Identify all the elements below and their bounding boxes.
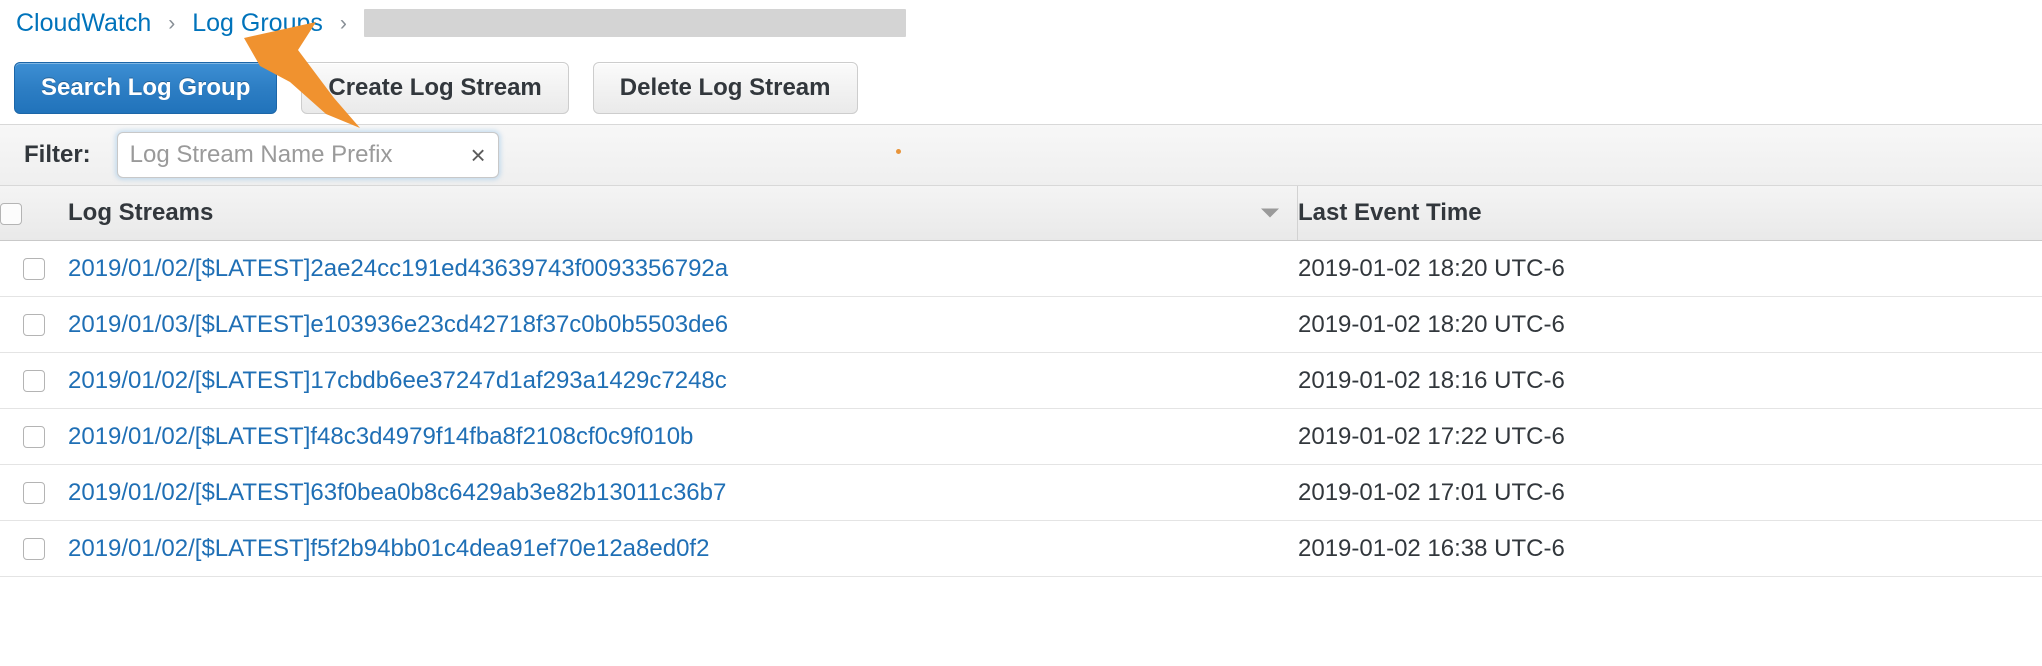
action-button-row: Search Log Group Create Log Stream Delet…: [0, 46, 2042, 114]
breadcrumb-item-cloudwatch[interactable]: CloudWatch: [16, 9, 151, 38]
create-log-stream-button[interactable]: Create Log Stream: [301, 62, 569, 114]
column-header-last-event-time-label: Last Event Time: [1298, 199, 1482, 226]
last-event-time-cell: 2019-01-02 17:22 UTC-6: [1297, 408, 2042, 465]
log-stream-name-cell: 2019/01/02/[$LATEST]17cbdb6ee37247d1af29…: [68, 352, 1298, 409]
log-stream-name-cell: 2019/01/02/[$LATEST]63f0bea0b8c6429ab3e8…: [68, 464, 1298, 521]
last-event-time-cell: 2019-01-02 18:16 UTC-6: [1297, 352, 2042, 409]
filter-input-wrapper: ×: [116, 132, 499, 178]
table-body: 2019/01/02/[$LATEST]2ae24cc191ed43639743…: [0, 240, 2042, 577]
log-stream-name-cell: 2019/01/02/[$LATEST]2ae24cc191ed43639743…: [68, 240, 1298, 297]
log-stream-link[interactable]: 2019/01/02/[$LATEST]63f0bea0b8c6429ab3e8…: [68, 479, 726, 506]
last-event-time-cell: 2019-01-02 18:20 UTC-6: [1297, 240, 2042, 297]
row-checkbox[interactable]: [23, 538, 45, 561]
clear-filter-icon[interactable]: ×: [470, 142, 485, 168]
delete-log-stream-button[interactable]: Delete Log Stream: [592, 62, 858, 114]
select-all-header: [0, 186, 68, 241]
row-checkbox[interactable]: [23, 258, 45, 281]
row-checkbox[interactable]: [23, 426, 45, 449]
log-stream-link[interactable]: 2019/01/02/[$LATEST]f5f2b94bb01c4dea91ef…: [68, 535, 709, 562]
column-header-log-streams-label: Log Streams: [68, 199, 214, 226]
row-checkbox[interactable]: [23, 314, 45, 337]
table-row[interactable]: 2019/01/02/[$LATEST]17cbdb6ee37247d1af29…: [0, 352, 2042, 409]
breadcrumb-separator-2: ›: [339, 11, 347, 35]
log-streams-table: Log Streams Last Event Time 2019/01/02/[…: [0, 186, 2042, 577]
last-event-time-cell: 2019-01-02 17:01 UTC-6: [1297, 464, 2042, 521]
table-row[interactable]: 2019/01/02/[$LATEST]2ae24cc191ed43639743…: [0, 240, 2042, 297]
last-event-time-cell: 2019-01-02 18:20 UTC-6: [1297, 296, 2042, 353]
log-stream-link[interactable]: 2019/01/02/[$LATEST]17cbdb6ee37247d1af29…: [68, 367, 727, 394]
log-stream-link[interactable]: 2019/01/02/[$LATEST]f48c3d4979f14fba8f21…: [68, 423, 693, 450]
search-log-group-button[interactable]: Search Log Group: [14, 62, 278, 114]
last-event-time-cell: 2019-01-02 16:38 UTC-6: [1297, 520, 2042, 577]
sort-descending-icon[interactable]: [1261, 208, 1279, 218]
row-select-cell: [0, 352, 68, 409]
table-header-row: Log Streams Last Event Time: [0, 186, 2042, 241]
table-row[interactable]: 2019/01/02/[$LATEST]f48c3d4979f14fba8f21…: [0, 408, 2042, 465]
table-header: Log Streams Last Event Time: [0, 186, 2042, 241]
table-row[interactable]: 2019/01/02/[$LATEST]63f0bea0b8c6429ab3e8…: [0, 464, 2042, 521]
row-checkbox[interactable]: [23, 482, 45, 505]
log-stream-name-cell: 2019/01/03/[$LATEST]e103936e23cd42718f37…: [68, 296, 1298, 353]
filter-label: Filter:: [24, 141, 91, 168]
row-checkbox[interactable]: [23, 370, 45, 393]
breadcrumb-item-log-groups[interactable]: Log Groups: [192, 9, 323, 38]
log-stream-link[interactable]: 2019/01/02/[$LATEST]2ae24cc191ed43639743…: [68, 255, 728, 282]
breadcrumb: CloudWatch › Log Groups ›: [0, 0, 2042, 46]
log-stream-link[interactable]: 2019/01/03/[$LATEST]e103936e23cd42718f37…: [68, 311, 728, 338]
row-select-cell: [0, 240, 68, 297]
log-stream-name-cell: 2019/01/02/[$LATEST]f5f2b94bb01c4dea91ef…: [68, 520, 1298, 577]
breadcrumb-separator-1: ›: [168, 11, 176, 35]
row-select-cell: [0, 464, 68, 521]
log-stream-filter-input[interactable]: [117, 133, 498, 177]
select-all-checkbox[interactable]: [0, 202, 22, 225]
row-select-cell: [0, 520, 68, 577]
log-stream-name-cell: 2019/01/02/[$LATEST]f48c3d4979f14fba8f21…: [68, 408, 1298, 465]
table-row[interactable]: 2019/01/02/[$LATEST]f5f2b94bb01c4dea91ef…: [0, 520, 2042, 577]
filter-bar: Filter: ×: [0, 124, 2042, 186]
column-header-last-event-time[interactable]: Last Event Time: [1297, 186, 2042, 241]
row-select-cell: [0, 408, 68, 465]
table-row[interactable]: 2019/01/03/[$LATEST]e103936e23cd42718f37…: [0, 296, 2042, 353]
row-select-cell: [0, 296, 68, 353]
breadcrumb-item-redacted: [363, 9, 906, 37]
decorative-dot: [896, 149, 901, 154]
column-header-log-streams[interactable]: Log Streams: [68, 186, 1298, 241]
